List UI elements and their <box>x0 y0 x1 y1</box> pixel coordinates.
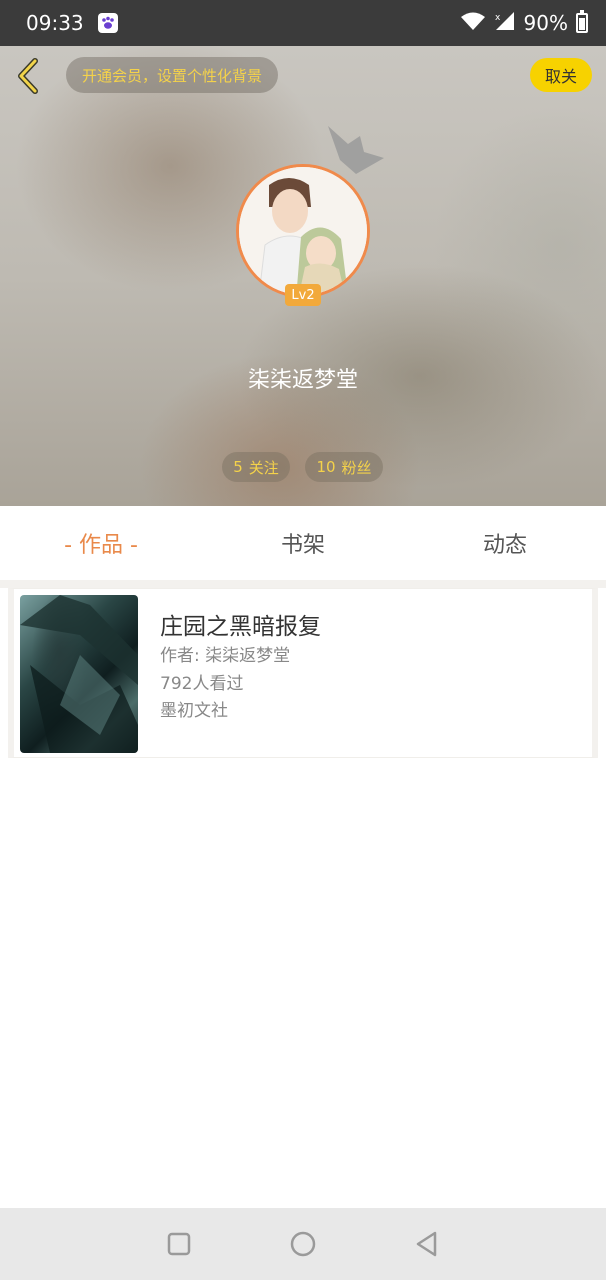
recents-button[interactable] <box>159 1224 199 1264</box>
work-cover-image[interactable] <box>20 595 138 753</box>
work-title[interactable]: 庄园之黑暗报复 <box>160 607 321 641</box>
profile-header: 开通会员，设置个性化背景 取关 Lv2 柒柒返梦堂 5 关注 10 粉丝 <box>0 46 606 506</box>
level-badge: Lv2 <box>285 284 321 306</box>
home-button[interactable] <box>283 1224 323 1264</box>
chevron-left-icon <box>18 58 38 94</box>
username: 柒柒返梦堂 <box>247 368 358 393</box>
battery-percent: 90% <box>523 11 568 35</box>
avatar[interactable] <box>236 164 370 298</box>
book-cover-art-icon <box>20 595 138 753</box>
work-publisher: 墨初文社 <box>160 701 228 721</box>
fans-label: 粉丝 <box>341 458 372 477</box>
paw-icon <box>97 13 118 33</box>
system-nav-bar <box>0 1208 606 1280</box>
system-back-button[interactable] <box>407 1224 447 1264</box>
section-divider <box>0 580 606 588</box>
battery-icon <box>576 10 588 33</box>
vip-banner[interactable]: 开通会员，设置个性化背景 <box>66 57 279 93</box>
circle-icon <box>290 1231 316 1257</box>
tab-activity[interactable]: 动态 <box>404 527 606 559</box>
fans-count[interactable]: 10 粉丝 <box>305 452 383 482</box>
unfollow-button[interactable]: 取关 <box>530 58 592 92</box>
signal-icon: x <box>494 11 516 36</box>
status-bar: 09:33 x 90% <box>0 0 606 46</box>
status-time: 09:33 <box>26 11 84 35</box>
fans-number: 10 <box>316 458 336 476</box>
work-views: 792人看过 <box>160 674 244 694</box>
avatar-illustration-icon <box>239 167 367 295</box>
profile-tabs: - 作品 - 书架 动态 <box>0 506 606 580</box>
square-icon <box>167 1232 191 1256</box>
work-card[interactable]: 庄园之黑暗报复 作者: 柒柒返梦堂 792人看过 墨初文社 <box>8 588 598 758</box>
svg-text:x: x <box>495 13 501 23</box>
following-number: 5 <box>233 458 243 476</box>
following-label: 关注 <box>248 458 279 477</box>
tab-bookshelf[interactable]: 书架 <box>202 527 404 559</box>
status-icons: x 90% <box>460 10 588 36</box>
back-button[interactable] <box>10 58 46 94</box>
tab-works[interactable]: - 作品 - <box>0 527 202 559</box>
work-author: 作者: 柒柒返梦堂 <box>160 646 291 666</box>
following-count[interactable]: 5 关注 <box>222 452 290 482</box>
wifi-icon <box>460 11 486 36</box>
triangle-back-icon <box>416 1231 437 1257</box>
